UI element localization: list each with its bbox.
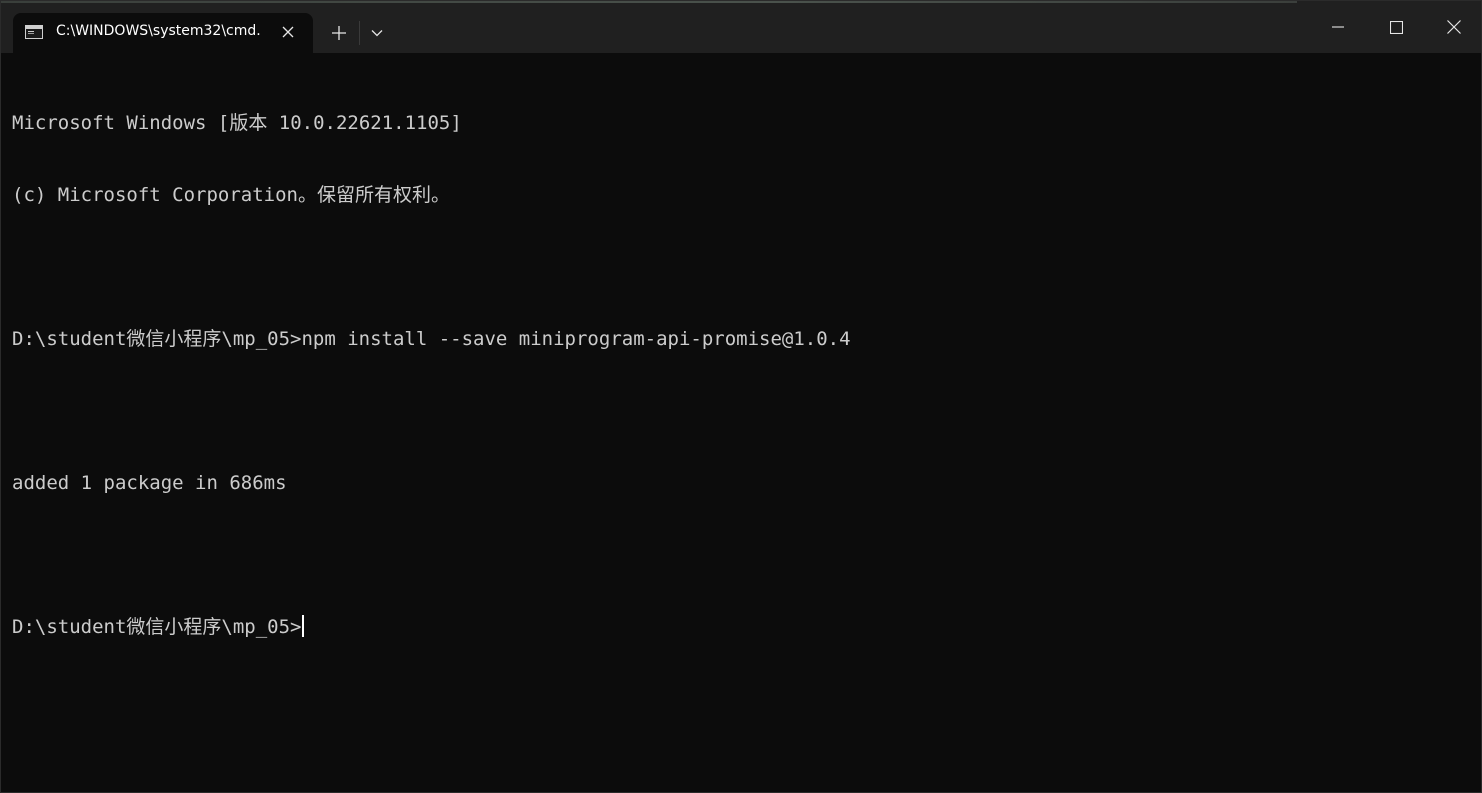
terminal-window: C:\WINDOWS\system32\cmd. Microsoft Windo…	[0, 0, 1482, 793]
minimize-button[interactable]	[1309, 1, 1367, 53]
tab-separator	[359, 21, 360, 45]
close-icon	[282, 26, 294, 38]
tab-dropdown-button[interactable]	[363, 17, 391, 49]
title-bar[interactable]: C:\WINDOWS\system32\cmd.	[1, 1, 1481, 53]
tab-title: C:\WINDOWS\system32\cmd.	[56, 23, 261, 39]
title-accent-strip	[1, 1, 1297, 3]
terminal-line: (c) Microsoft Corporation。保留所有权利。	[12, 184, 450, 206]
minimize-icon	[1332, 26, 1344, 28]
terminal-output[interactable]: Microsoft Windows [版本 10.0.22621.1105] (…	[12, 63, 1472, 783]
plus-icon	[332, 26, 346, 40]
close-window-button[interactable]	[1425, 1, 1481, 53]
terminal-line: D:\student微信小程序\mp_05>npm install --save…	[12, 328, 851, 350]
terminal-prompt-line[interactable]: D:\student微信小程序\mp_05>	[12, 615, 1472, 639]
terminal-icon	[25, 25, 43, 39]
maximize-icon	[1389, 20, 1403, 34]
text-cursor	[302, 615, 305, 637]
maximize-button[interactable]	[1367, 1, 1425, 53]
close-tab-button[interactable]	[277, 21, 299, 43]
tab-cmd[interactable]: C:\WINDOWS\system32\cmd.	[13, 13, 313, 53]
close-icon	[1447, 20, 1461, 34]
terminal-line: Microsoft Windows [版本 10.0.22621.1105]	[12, 112, 462, 134]
chevron-down-icon	[371, 30, 383, 37]
new-tab-button[interactable]	[323, 17, 355, 49]
terminal-prompt: D:\student微信小程序\mp_05>	[12, 616, 302, 638]
terminal-line: added 1 package in 686ms	[12, 472, 287, 494]
